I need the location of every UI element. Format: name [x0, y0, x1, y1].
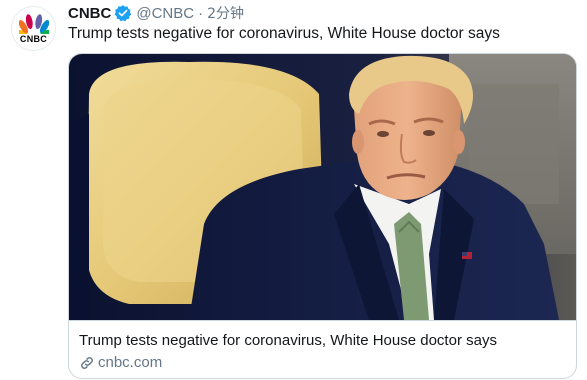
card-domain-text: cnbc.com [98, 354, 163, 371]
avatar-wordmark: CNBC [19, 33, 48, 44]
card-domain[interactable]: cnbc.com [79, 354, 566, 371]
tweet-text: Trump tests negative for coronavirus, Wh… [68, 25, 500, 42]
tweet-timestamp[interactable]: 2分钟 [207, 3, 244, 23]
article-photo [69, 54, 576, 320]
card-title[interactable]: Trump tests negative for coronavirus, Wh… [79, 331, 566, 350]
separator-dot: · [198, 4, 204, 22]
avatar[interactable]: CNBC [11, 6, 56, 51]
tweet-header: CNBC @CNBC · 2分钟 [68, 3, 244, 23]
verified-badge-icon [114, 4, 132, 22]
card-body[interactable]: Trump tests negative for coronavirus, Wh… [69, 320, 576, 378]
author-name[interactable]: CNBC [68, 5, 111, 22]
peacock-logo-icon [18, 13, 49, 34]
link-icon [79, 355, 95, 371]
author-handle[interactable]: @CNBC [136, 5, 194, 22]
link-preview-card[interactable]: Trump tests negative for coronavirus, Wh… [68, 53, 577, 379]
tweet[interactable]: CNBC CNBC @CNBC · 2分钟 Trump tests negati… [0, 0, 587, 380]
